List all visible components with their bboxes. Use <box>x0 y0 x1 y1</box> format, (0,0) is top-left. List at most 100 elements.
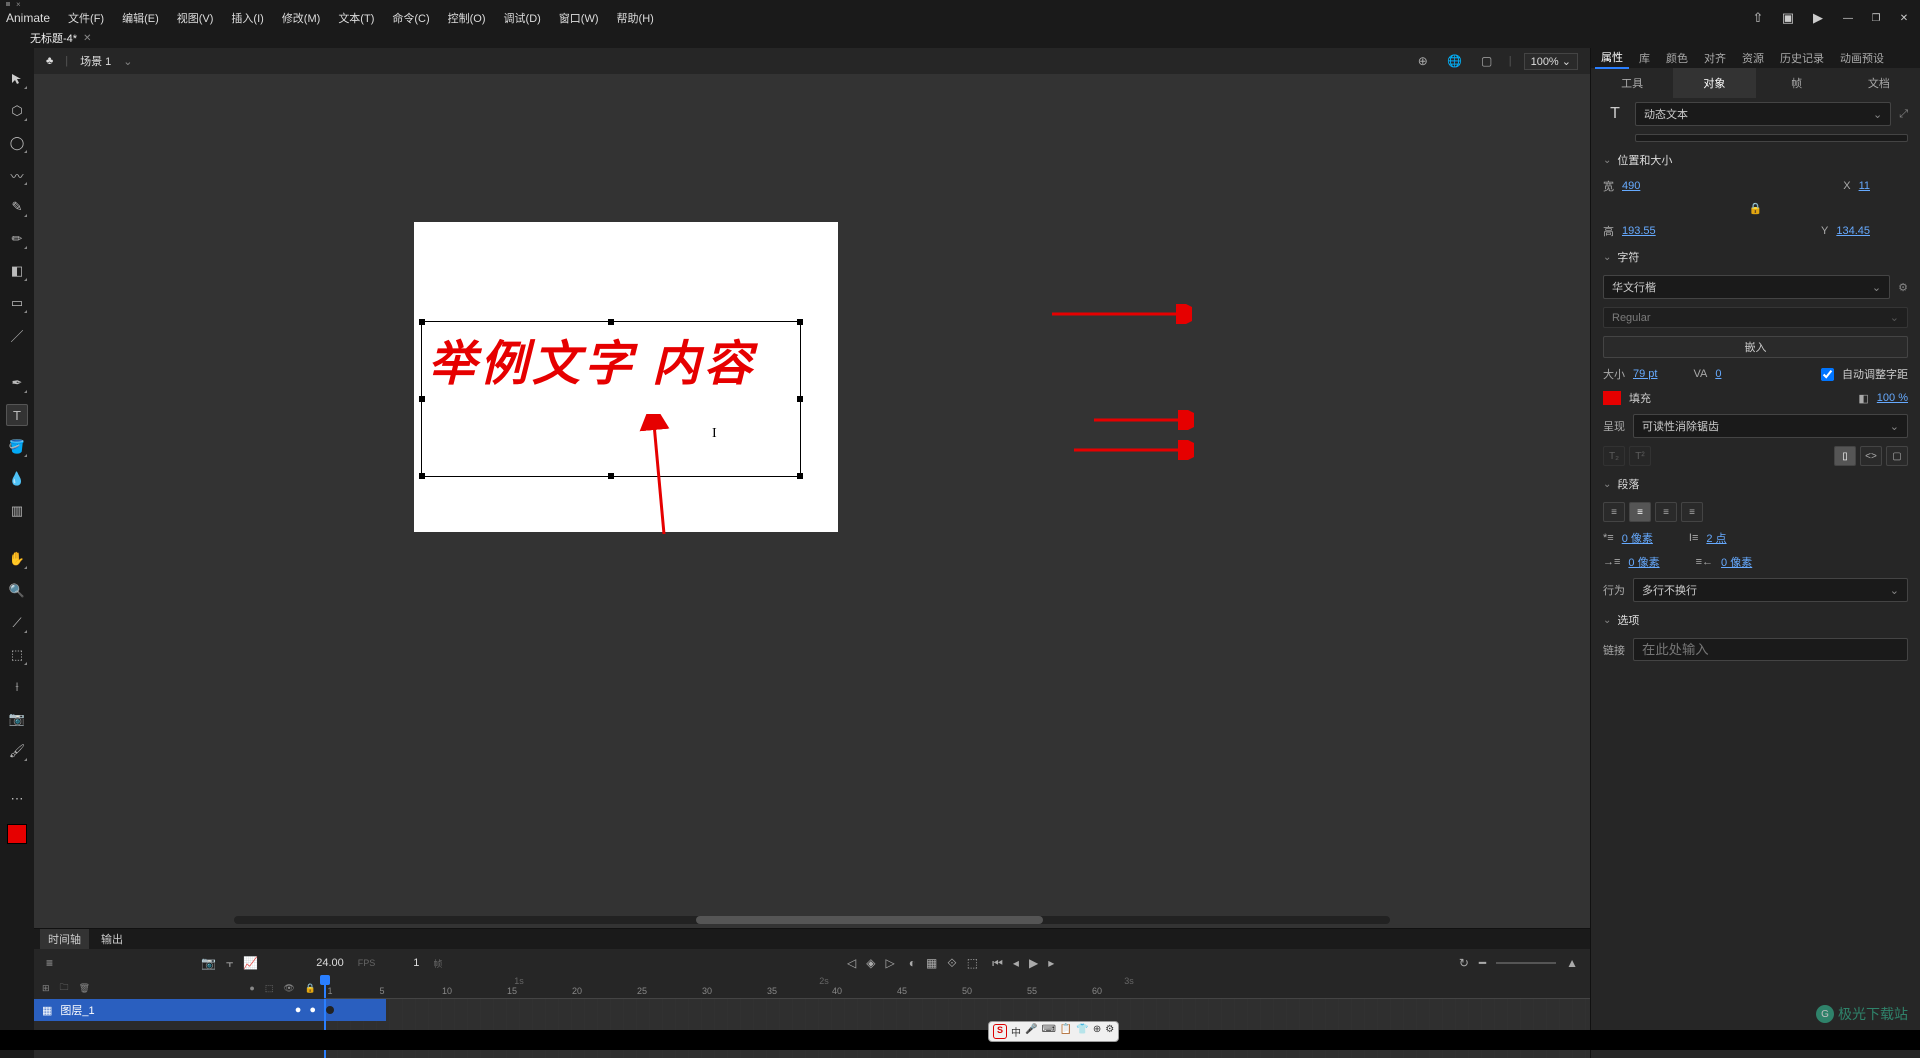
menu-help[interactable]: 帮助(H) <box>609 10 662 26</box>
space-after-value[interactable]: 0 像素 <box>1721 554 1752 570</box>
border-button[interactable]: ▢ <box>1886 446 1908 466</box>
eyedropper-tool[interactable]: 💧 <box>6 468 28 490</box>
superscript-button[interactable]: T² <box>1629 446 1651 466</box>
section-character[interactable]: 字符 <box>1591 243 1920 271</box>
gradient-tool[interactable]: ▥ <box>6 500 28 522</box>
text-type-select[interactable]: 动态文本 <box>1635 102 1891 126</box>
y-value[interactable]: 134.45 <box>1836 225 1870 237</box>
asset-warp-tool[interactable]: ⬚ <box>6 644 28 666</box>
delete-layer-icon[interactable]: 🗑 <box>79 983 90 994</box>
center-stage-icon[interactable]: ⊕ <box>1413 54 1433 68</box>
text-tool[interactable]: T <box>6 404 28 426</box>
expand-icon[interactable]: ⤢ <box>1899 108 1908 121</box>
highlight-icon[interactable]: ● <box>249 983 254 993</box>
horizontal-scrollbar[interactable] <box>234 916 1390 924</box>
text-content[interactable]: 举例文字 内容 <box>422 322 800 396</box>
zoom-select[interactable]: 100% ⌄ <box>1524 53 1578 70</box>
share-icon[interactable]: ⇧ <box>1744 10 1772 26</box>
camera-toggle-icon[interactable]: 📷 <box>201 956 216 970</box>
width-tool[interactable]: ⟊ <box>6 676 28 698</box>
subtab-document[interactable]: 文档 <box>1838 68 1920 98</box>
layer-row[interactable]: ▦ 图层_1 ●● <box>34 999 324 1021</box>
line-tool[interactable]: ／ <box>6 324 28 346</box>
subselection-tool[interactable]: ⬡ <box>6 100 28 122</box>
subtab-tool[interactable]: 工具 <box>1591 68 1673 98</box>
indent-value[interactable]: 0 像素 <box>1622 530 1653 546</box>
zoom-tool[interactable]: 🔍 <box>6 580 28 602</box>
close-tab-icon[interactable]: ✕ <box>83 33 91 44</box>
align-justify-button[interactable]: ≡ <box>1681 502 1703 522</box>
ime-badge[interactable]: S 中 🎤⌨📋👕⊕⚙ <box>988 1021 1119 1042</box>
auto-kern-checkbox[interactable] <box>1821 368 1834 381</box>
timeline-zoom-out-icon[interactable]: ━ <box>1479 956 1486 970</box>
render-select[interactable]: 可读性消除锯齿 <box>1633 414 1908 438</box>
rotate-stage-icon[interactable]: 🌐 <box>1445 54 1465 68</box>
fluid-brush-tool[interactable]: 〰 <box>6 164 28 186</box>
align-left-button[interactable]: ≡ <box>1603 502 1625 522</box>
font-family-select[interactable]: 华文行楷 <box>1603 275 1890 299</box>
section-options[interactable]: 选项 <box>1591 606 1920 634</box>
paint-bucket-tool[interactable]: 🪣 <box>6 436 28 458</box>
embed-button[interactable]: 嵌入 <box>1603 336 1908 358</box>
x-value[interactable]: 11 <box>1859 180 1870 192</box>
camera-tool[interactable]: 📷 <box>6 708 28 730</box>
leading-value[interactable]: 2 点 <box>1706 530 1726 546</box>
layer-parent-icon[interactable]: ⫟ <box>226 956 233 971</box>
document-tab[interactable]: 无标题-4* <box>30 30 77 46</box>
bone-tool[interactable]: ⟋ <box>6 612 28 634</box>
rewind-icon[interactable]: ⏮ <box>992 956 1003 971</box>
play-button[interactable]: ▶ <box>1029 956 1038 970</box>
outline-icon[interactable]: ⬚ <box>265 983 274 994</box>
paint-brush-tool[interactable]: 🖌 <box>6 740 28 762</box>
lasso-tool[interactable]: ◯ <box>6 132 28 154</box>
font-settings-icon[interactable]: ⚙ <box>1898 281 1908 294</box>
scene-icon[interactable]: ♣ <box>46 55 53 67</box>
link-input[interactable] <box>1633 638 1908 661</box>
layers-icon[interactable]: ≡ <box>46 956 53 970</box>
tab-output[interactable]: 输出 <box>93 929 131 949</box>
section-position[interactable]: 位置和大小 <box>1591 146 1920 174</box>
tab-history[interactable]: 历史记录 <box>1774 48 1830 68</box>
taskbar[interactable] <box>0 1030 1920 1050</box>
menu-control[interactable]: 控制(O) <box>440 10 494 26</box>
subtab-object[interactable]: 对象 <box>1673 68 1755 98</box>
fps-value[interactable]: 24.00 <box>316 957 344 969</box>
rectangle-tool[interactable]: ▭ <box>6 292 28 314</box>
section-paragraph[interactable]: 段落 <box>1591 470 1920 498</box>
new-layer-icon[interactable]: ⊞ <box>42 983 50 994</box>
scene-dropdown-icon[interactable]: ⌄ <box>123 55 132 68</box>
link-wh-icon[interactable]: 🔒 <box>1749 202 1763 215</box>
instance-name-input[interactable] <box>1635 134 1908 142</box>
tab-color[interactable]: 颜色 <box>1660 48 1694 68</box>
prev-kf-icon[interactable]: ◁ <box>847 956 856 970</box>
layer-name[interactable]: 图层_1 <box>60 1002 94 1018</box>
create-tween-icon[interactable]: ⟐ <box>947 956 956 971</box>
remove-tween-icon[interactable]: ⬚ <box>967 956 978 970</box>
fill-opacity-value[interactable]: 100 % <box>1877 392 1908 404</box>
menu-view[interactable]: 视图(V) <box>169 10 222 26</box>
timeline-ruler[interactable]: 1 5 10 15 20 25 30 35 40 45 50 55 60 1s … <box>324 977 1590 999</box>
fill-color-picker[interactable] <box>1603 391 1621 405</box>
menu-commands[interactable]: 命令(C) <box>384 10 437 26</box>
minimize-button[interactable]: — <box>1834 11 1862 25</box>
subtab-frame[interactable]: 帧 <box>1756 68 1838 98</box>
clip-icon[interactable]: ▢ <box>1477 54 1497 68</box>
edit-multi-icon[interactable]: ▦ <box>926 956 937 970</box>
menu-insert[interactable]: 插入(I) <box>223 10 271 26</box>
font-style-select[interactable]: Regular <box>1603 307 1908 328</box>
selection-tool[interactable] <box>6 68 28 90</box>
width-value[interactable]: 490 <box>1622 180 1640 192</box>
align-right-button[interactable]: ≡ <box>1655 502 1677 522</box>
tab-library[interactable]: 库 <box>1633 48 1656 68</box>
menu-text[interactable]: 文本(T) <box>330 10 382 26</box>
selectable-button[interactable]: ▯ <box>1834 446 1856 466</box>
align-center-button[interactable]: ≡ <box>1629 502 1651 522</box>
pencil-tool[interactable]: ✏ <box>6 228 28 250</box>
pen-tool[interactable]: ✒ <box>6 372 28 394</box>
scene-label[interactable]: 场景 1 <box>80 53 111 69</box>
tab-properties[interactable]: 属性 <box>1595 47 1629 69</box>
kerning-value[interactable]: 0 <box>1715 368 1721 380</box>
step-back-icon[interactable]: ◂ <box>1013 956 1019 970</box>
edit-toolbar-icon[interactable]: ⋯ <box>6 788 28 810</box>
text-frame[interactable]: 举例文字 内容 <box>422 322 800 476</box>
